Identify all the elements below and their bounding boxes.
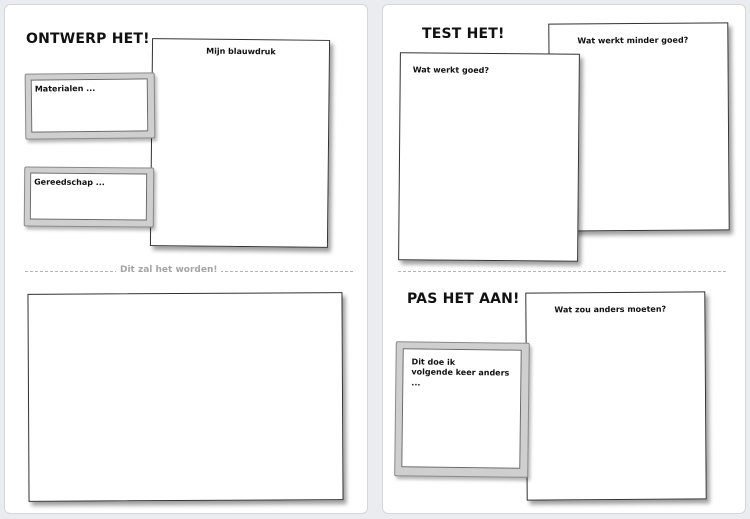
worksheet-page-right: TEST HET! Wat werkt minder goed? Wat wer…: [382, 4, 746, 514]
tools-frame: Gereedschap ...: [23, 166, 155, 228]
adjust-heading: PAS HET AAN!: [407, 291, 520, 307]
result-divider-label: Dit zal het worden!: [116, 265, 222, 275]
next-time-label: Dit doe ik volgende keer anders ...: [411, 357, 510, 388]
blueprint-box[interactable]: Mijn blauwdruk: [149, 38, 331, 248]
adjust-divider-line: [398, 271, 726, 272]
works-well-label: Wat werkt goed?: [412, 65, 490, 75]
test-heading: TEST HET!: [422, 26, 505, 42]
do-differently-label: Wat zou anders moeten?: [554, 304, 667, 315]
materials-frame: Materialen ...: [24, 72, 156, 140]
tools-box[interactable]: Gereedschap ...: [29, 172, 148, 221]
next-time-box[interactable]: Dit doe ik volgende keer anders ...: [401, 348, 522, 469]
materials-label: Materialen ...: [34, 83, 96, 94]
tools-label: Gereedschap ...: [34, 177, 105, 188]
works-well-box[interactable]: Wat werkt goed?: [398, 52, 580, 262]
design-heading: ONTWERP HET!: [26, 31, 150, 47]
blueprint-label: Mijn blauwdruk: [206, 46, 276, 57]
worksheet-page-left: ONTWERP HET! Mijn blauwdruk Materialen .…: [4, 4, 368, 514]
materials-box[interactable]: Materialen ...: [30, 78, 149, 133]
result-box[interactable]: [27, 292, 344, 502]
do-differently-box[interactable]: Wat zou anders moeten?: [525, 291, 707, 501]
next-time-frame: Dit doe ik volgende keer anders ...: [394, 341, 530, 478]
works-less-label: Wat werkt minder goed?: [577, 35, 689, 46]
